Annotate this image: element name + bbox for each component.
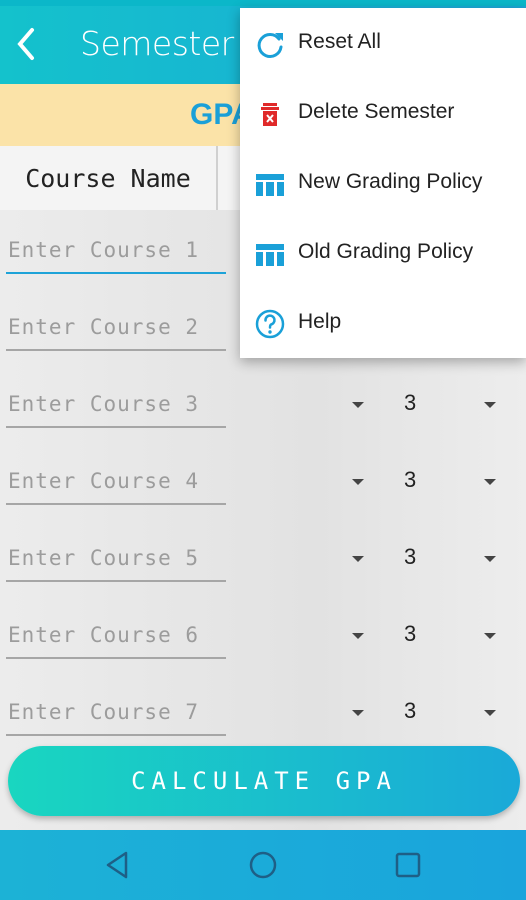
grade-dropdown[interactable] (340, 696, 376, 732)
course-row: 3 (0, 374, 526, 434)
credit-value: 3 (404, 621, 417, 646)
caret-down-icon (484, 556, 496, 562)
credit-value: 3 (404, 698, 417, 723)
table-icon (256, 174, 284, 196)
credit-dropdown[interactable] (472, 465, 508, 501)
credit-value: 3 (404, 390, 417, 415)
menu-item-label: Delete Semester (298, 100, 455, 123)
course-name-input[interactable] (6, 690, 226, 736)
credit-dropdown[interactable] (472, 696, 508, 732)
course-name-input[interactable] (6, 382, 226, 428)
back-button[interactable] (8, 22, 48, 66)
help-circle-icon (255, 309, 285, 339)
caret-down-icon (484, 633, 496, 639)
caret-down-icon (352, 479, 364, 485)
caret-down-icon (484, 710, 496, 716)
nav-recents-button[interactable] (388, 845, 428, 885)
menu-item-old-grading-policy[interactable]: Old Grading Policy (240, 218, 526, 288)
credit-dropdown[interactable] (472, 619, 508, 655)
trash-icon (261, 103, 279, 126)
menu-item-label: Old Grading Policy (298, 240, 474, 263)
course-name-input[interactable] (6, 305, 226, 351)
course-name-input[interactable] (6, 536, 226, 582)
caret-down-icon (352, 402, 364, 408)
caret-down-icon (352, 710, 364, 716)
menu-item-label: New Grading Policy (298, 170, 483, 193)
square-recents-icon (395, 852, 421, 878)
credit-dropdown[interactable] (472, 542, 508, 578)
triangle-back-icon (106, 851, 128, 879)
nav-home-button[interactable] (243, 845, 283, 885)
credit-dropdown[interactable] (472, 388, 508, 424)
table-icon (256, 244, 284, 266)
caret-down-icon (484, 479, 496, 485)
credit-value: 3 (404, 467, 417, 492)
page-title: Semester 1 (80, 24, 265, 63)
caret-down-icon (484, 402, 496, 408)
menu-item-reset-all[interactable]: Reset All (240, 8, 526, 78)
course-row: 3 (0, 682, 526, 742)
menu-item-help[interactable]: Help (240, 288, 526, 358)
system-nav-bar (0, 830, 526, 900)
grade-dropdown[interactable] (340, 388, 376, 424)
course-row: 3 (0, 528, 526, 588)
course-name-header: Course Name (0, 146, 218, 210)
course-name-input[interactable] (6, 459, 226, 505)
menu-item-label: Help (298, 310, 342, 333)
nav-back-button[interactable] (98, 845, 138, 885)
menu-item-delete-semester[interactable]: Delete Semester (240, 78, 526, 148)
caret-down-icon (352, 633, 364, 639)
menu-item-new-grading-policy[interactable]: New Grading Policy (240, 148, 526, 218)
calculate-gpa-button[interactable]: CALCULATE GPA (8, 746, 520, 816)
menu-item-label: Reset All (298, 30, 381, 53)
chevron-left-icon (17, 28, 34, 60)
circle-home-icon (249, 851, 277, 879)
course-name-input[interactable] (6, 228, 226, 274)
grade-dropdown[interactable] (340, 542, 376, 578)
credit-value: 3 (404, 544, 417, 569)
overflow-menu: Reset All Delete Semester New Grading Po… (240, 8, 526, 358)
grade-dropdown[interactable] (340, 619, 376, 655)
grade-dropdown[interactable] (340, 465, 376, 501)
caret-down-icon (352, 556, 364, 562)
course-row: 3 (0, 451, 526, 511)
refresh-icon (257, 32, 283, 58)
course-name-input[interactable] (6, 613, 226, 659)
course-row: 3 (0, 605, 526, 665)
